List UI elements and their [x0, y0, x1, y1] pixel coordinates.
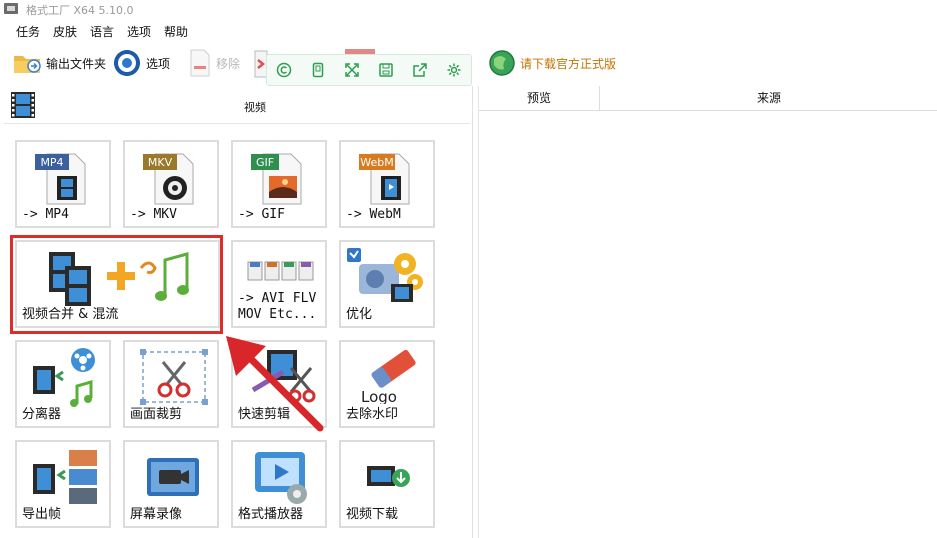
remove-button[interactable]: 移除 — [188, 44, 240, 82]
tile-to-mkv[interactable]: MKV -> MKV — [123, 140, 219, 228]
download-official-button[interactable]: 请下载官方正式版 — [488, 44, 616, 82]
mp4-file-icon: MP4 — [35, 153, 86, 205]
tile-screen-record-label: 屏幕录像 — [130, 507, 183, 522]
video-category-label: 视频 — [244, 101, 266, 114]
player-icon — [255, 452, 307, 504]
webm-badge-text: WebM — [360, 156, 393, 169]
webm-file-icon: WebM — [359, 153, 410, 205]
expand-icon[interactable] — [341, 59, 363, 81]
download-official-label: 请下载官方正式版 — [520, 56, 617, 71]
tile-to-avi-flv-mov[interactable]: -> AVI FLV MOV Etc... — [231, 240, 327, 328]
column-header-source[interactable]: 来源 — [600, 86, 937, 111]
copyright-icon[interactable] — [273, 59, 295, 81]
video-category-header[interactable]: 视频 — [4, 87, 470, 124]
app-logo-icon — [4, 3, 18, 14]
gif-file-icon: GIF — [251, 153, 302, 205]
tile-export-frames-label: 导出帧 — [22, 507, 62, 522]
tile-screen-record[interactable]: 屏幕录像 — [123, 440, 219, 528]
red-arrow-annotation — [226, 336, 324, 432]
menu-help[interactable]: 帮助 — [164, 23, 188, 40]
mkv-badge-text: MKV — [148, 156, 173, 169]
column-header-preview[interactable]: 预览 — [479, 86, 600, 111]
tile-crop[interactable]: 画面裁剪 — [123, 340, 219, 428]
menu-skin[interactable]: 皮肤 — [53, 23, 77, 40]
gif-badge-text: GIF — [256, 156, 274, 169]
tile-to-mp4[interactable]: MP4 -> MP4 — [15, 140, 111, 228]
menu-options[interactable]: 选项 — [127, 23, 151, 40]
menu-task[interactable]: 任务 — [16, 23, 40, 40]
task-list-pane[interactable]: 预览 来源 — [478, 86, 937, 538]
tile-format-player-label: 格式播放器 — [238, 507, 304, 522]
tile-to-gif-label: -> GIF — [238, 207, 285, 222]
tile-splitter-label: 分离器 — [22, 407, 62, 422]
crop-scissors-icon — [140, 349, 208, 405]
splitter-icon — [33, 348, 95, 407]
floating-toolbar — [266, 54, 472, 86]
tile-crop-label: 画面裁剪 — [130, 407, 183, 422]
tile-video-download-label: 视频下载 — [346, 507, 399, 522]
tile-optimize[interactable]: 优化 — [339, 240, 435, 328]
folder-icon — [14, 56, 41, 73]
options-gear-icon — [114, 50, 140, 76]
logo-text: Logo — [361, 388, 397, 404]
tile-to-webm[interactable]: WebM -> WebM — [339, 140, 435, 228]
tile-remove-watermark-label: 去除水印 — [346, 407, 399, 422]
export-frames-icon — [33, 450, 97, 504]
mkv-file-icon: MKV — [143, 153, 194, 205]
remove-doc-icon — [190, 49, 210, 77]
tile-to-webm-label: -> WebM — [346, 207, 401, 222]
tile-to-mp4-label: -> MP4 — [22, 207, 69, 222]
window-title: 格式工厂 X64 5.10.0 — [26, 4, 134, 17]
tile-to-gif[interactable]: GIF -> GIF — [231, 140, 327, 228]
menu-bar: 任务 皮肤 语言 选项 帮助 — [0, 20, 937, 40]
menu-language[interactable]: 语言 — [90, 23, 114, 40]
eraser-icon: Logo — [361, 350, 416, 404]
save-icon[interactable] — [375, 59, 397, 81]
video-download-icon — [367, 466, 410, 487]
highlight-box — [10, 235, 223, 334]
settings-gear-icon[interactable] — [443, 59, 465, 81]
tile-splitter[interactable]: 分离器 — [15, 340, 111, 428]
tile-avi-flv-label-line2: MOV Etc... — [238, 307, 317, 322]
options-label: 选项 — [146, 56, 171, 71]
tile-format-player[interactable]: 格式播放器 — [231, 440, 327, 528]
tile-avi-flv-label-line1: -> AVI FLV — [238, 291, 317, 306]
share-icon[interactable] — [409, 59, 431, 81]
phone-icon[interactable] — [307, 59, 329, 81]
multi-format-icon — [247, 261, 314, 281]
tile-optimize-label: 优化 — [346, 307, 373, 322]
film-strip-icon — [11, 92, 35, 118]
tile-remove-watermark[interactable]: Logo 去除水印 — [339, 340, 435, 428]
globe-download-icon — [489, 50, 515, 76]
output-folder-label: 输出文件夹 — [46, 56, 107, 71]
options-button[interactable]: 选项 — [112, 44, 170, 82]
optimize-gears-icon — [347, 248, 423, 302]
mp4-badge-text: MP4 — [40, 156, 63, 169]
tile-video-download[interactable]: 视频下载 — [339, 440, 435, 528]
output-folder-button[interactable]: 输出文件夹 — [12, 44, 106, 82]
tile-to-mkv-label: -> MKV — [130, 207, 177, 222]
title-bar: 格式工厂 X64 5.10.0 — [0, 0, 937, 18]
remove-label: 移除 — [216, 56, 241, 71]
screen-record-icon — [147, 458, 199, 496]
tile-export-frames[interactable]: 导出帧 — [15, 440, 111, 528]
